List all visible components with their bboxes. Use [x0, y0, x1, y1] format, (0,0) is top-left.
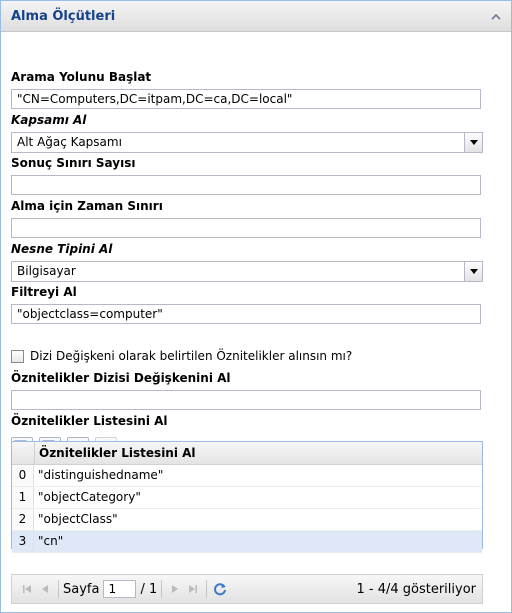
- display-info: 1 - 4/4 gösteriliyor: [356, 581, 476, 597]
- filter-label: Filtreyi Al: [11, 285, 77, 299]
- table-row[interactable]: 2 "objectClass": [12, 509, 482, 531]
- row-value[interactable]: "distinguishedname": [34, 465, 482, 486]
- collapse-icon[interactable]: [489, 9, 503, 23]
- result-limit-input[interactable]: [11, 175, 481, 195]
- pager-separator: [161, 580, 163, 598]
- object-type-select[interactable]: Bilgisayar: [11, 261, 483, 282]
- array-checkbox[interactable]: [11, 349, 24, 363]
- last-page-icon[interactable]: [184, 580, 202, 598]
- scope-label: Kapsamı Al: [11, 113, 87, 127]
- attr-list-label: Öznitelikler Listesini Al: [11, 414, 168, 428]
- array-var-input[interactable]: [11, 390, 481, 410]
- row-number: 1: [12, 487, 34, 508]
- column-header[interactable]: Öznitelikler Listesini Al: [35, 442, 482, 464]
- retrieval-criteria-panel: Alma Ölçütleri Arama Yolunu Başlat "CN=C…: [0, 0, 512, 613]
- table-row[interactable]: 1 "objectCategory": [12, 487, 482, 509]
- prev-page-icon[interactable]: [36, 580, 54, 598]
- row-number: 0: [12, 465, 34, 486]
- page-total: / 1: [140, 581, 158, 597]
- object-type-label: Nesne Tipini Al: [11, 242, 113, 256]
- first-page-icon[interactable]: [18, 580, 36, 598]
- scope-select[interactable]: Alt Ağaç Kapsamı: [11, 132, 483, 153]
- row-value[interactable]: "cn": [34, 531, 482, 552]
- row-number-header: [12, 442, 35, 464]
- pager-separator: [206, 580, 208, 598]
- dropdown-trigger-icon[interactable]: [464, 133, 482, 152]
- attributes-grid: Öznitelikler Listesini Al 0 "distinguish…: [11, 441, 483, 553]
- grid-header: Öznitelikler Listesini Al: [12, 442, 482, 465]
- array-var-label: Öznitelikler Dizisi Değişkenini Al: [11, 371, 231, 385]
- pager-separator: [58, 580, 59, 598]
- filter-input[interactable]: "objectclass=computer": [11, 304, 481, 324]
- panel-title: Alma Ölçütleri: [11, 8, 116, 24]
- time-limit-label: Alma için Zaman Sınırı: [11, 199, 163, 213]
- paging-toolbar: Sayfa 1 / 1 1 - 4/4 gösteriliyor: [11, 574, 483, 604]
- result-limit-label: Sonuç Sınırı Sayısı: [11, 156, 136, 170]
- row-number: 3: [12, 531, 34, 552]
- object-type-value: Bilgisayar: [17, 264, 76, 278]
- array-checkbox-label: Dizi Değişkeni olarak belirtilen Öznitel…: [30, 349, 353, 363]
- scope-value: Alt Ağaç Kapsamı: [17, 135, 122, 149]
- row-value[interactable]: "objectClass": [34, 509, 482, 530]
- page-number-input[interactable]: 1: [103, 580, 137, 598]
- row-number: 2: [12, 509, 34, 530]
- panel-header: Alma Ölçütleri: [1, 1, 511, 32]
- search-path-label: Arama Yolunu Başlat: [11, 70, 152, 84]
- next-page-icon[interactable]: [166, 580, 184, 598]
- row-value[interactable]: "objectCategory": [34, 487, 482, 508]
- table-row[interactable]: 0 "distinguishedname": [12, 465, 482, 487]
- refresh-icon[interactable]: [211, 580, 229, 598]
- time-limit-input[interactable]: [11, 218, 481, 238]
- array-checkbox-row: Dizi Değişkeni olarak belirtilen Öznitel…: [11, 349, 352, 363]
- search-path-input[interactable]: "CN=Computers,DC=itpam,DC=ca,DC=local": [11, 89, 481, 109]
- dropdown-trigger-icon[interactable]: [464, 262, 482, 281]
- table-row-selected[interactable]: 3 "cn": [12, 531, 482, 553]
- page-label: Sayfa: [63, 581, 100, 597]
